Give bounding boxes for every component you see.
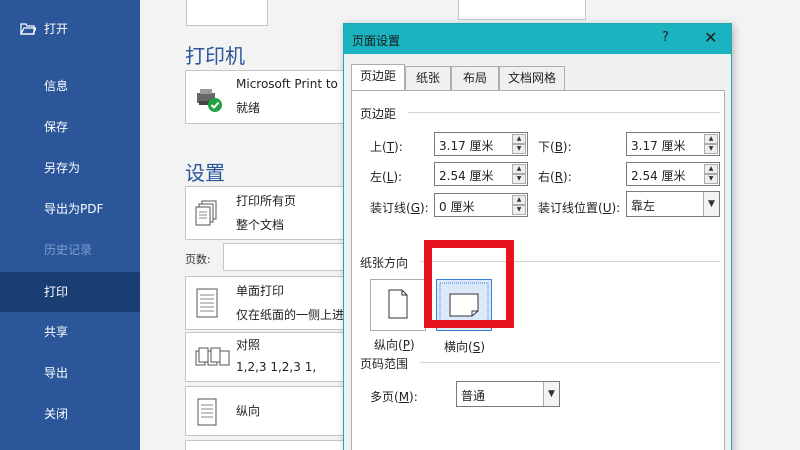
collate-title: 对照	[236, 338, 261, 352]
printer-section-title: 打印机	[185, 44, 245, 68]
top-margin-spinner[interactable]: 3.17 厘米 ▲ ▼	[434, 132, 528, 156]
portrait-page-icon	[388, 289, 408, 319]
copies-preview-box[interactable]	[186, 0, 268, 26]
gutter-value: 0 厘米	[439, 200, 475, 214]
sidebar-item-label: 导出	[44, 366, 69, 380]
tab-layout[interactable]: 布局	[451, 66, 499, 90]
spin-down-icon[interactable]: ▼	[512, 174, 526, 184]
pages-label: 页数:	[185, 253, 211, 266]
portrait-label: 纵向(P)	[374, 338, 415, 352]
gutter-label: 装订线(G):	[370, 201, 429, 215]
tab-document-grid[interactable]: 文档网格	[499, 66, 565, 90]
spin-down-icon[interactable]: ▼	[704, 174, 718, 184]
spin-down-icon[interactable]: ▼	[704, 144, 718, 154]
sidebar-item-share[interactable]: 共享	[0, 312, 140, 352]
print-range-title: 打印所有页	[236, 194, 297, 208]
sides-title: 单面打印	[236, 284, 285, 298]
dialog-title: 页面设置	[352, 34, 401, 48]
bottom-margin-value: 3.17 厘米	[631, 139, 686, 153]
tab-paper[interactable]: 纸张	[405, 66, 451, 90]
close-icon[interactable]: ✕	[704, 28, 717, 47]
sides-desc: 仅在纸面的一侧上进	[236, 308, 345, 322]
print-range-desc: 整个文档	[236, 218, 285, 232]
landscape-label: 横向(S)	[444, 340, 485, 354]
sidebar-item-save-as[interactable]: 另存为	[0, 148, 140, 188]
sidebar-item-history: 历史记录	[0, 230, 140, 270]
help-icon[interactable]: ?	[662, 30, 669, 45]
page-setup-dialog: 页面设置 ? ✕ 页边距 纸张 布局 文档网格 页边距 上(T): 3.17 厘…	[343, 23, 732, 450]
tab-margins[interactable]: 页边距	[351, 64, 405, 90]
sidebar-item-label: 导出为PDF	[44, 202, 104, 216]
pages-stack-icon	[195, 200, 217, 226]
bottom-margin-spinner[interactable]: 3.17 厘米 ▲ ▼	[626, 132, 720, 156]
chevron-down-icon[interactable]: ▼	[543, 382, 559, 406]
margins-group-label: 页边距	[360, 107, 397, 121]
single-side-page-icon	[196, 288, 218, 318]
sidebar-item-label: 历史记录	[44, 243, 93, 257]
right-margin-spinner[interactable]: 2.54 厘米 ▲ ▼	[626, 162, 720, 186]
spin-down-icon[interactable]: ▼	[512, 144, 526, 154]
sidebar-item-label: 另存为	[44, 161, 81, 175]
orientation-group-label: 纸张方向	[360, 256, 409, 270]
group-divider	[420, 362, 720, 363]
gutter-position-select[interactable]: 靠左 ▼	[626, 191, 720, 217]
left-margin-value: 2.54 厘米	[439, 169, 494, 183]
multiple-pages-select[interactable]: 普通 ▼	[456, 381, 560, 407]
right-margin-label: 右(R):	[538, 170, 572, 184]
folder-open-icon	[20, 23, 36, 35]
multiple-pages-value: 普通	[461, 389, 486, 403]
sidebar-item-label: 信息	[44, 79, 69, 93]
gutter-position-label: 装订线位置(U):	[538, 201, 621, 215]
sidebar-item-save[interactable]: 保存	[0, 107, 140, 147]
spin-down-icon[interactable]: ▼	[512, 205, 526, 215]
sidebar-item-print[interactable]: 打印	[0, 272, 140, 312]
orientation-title: 纵向	[236, 404, 261, 418]
sidebar-item-label: 打开	[44, 22, 69, 36]
left-margin-spinner[interactable]: 2.54 厘米 ▲ ▼	[434, 162, 528, 186]
group-divider	[408, 112, 720, 113]
sidebar-item-label: 打印	[44, 285, 69, 299]
sidebar-item-label: 关闭	[44, 407, 69, 421]
left-margin-label: 左(L):	[370, 170, 403, 184]
portrait-button[interactable]	[370, 279, 426, 331]
gutter-position-value: 靠左	[631, 199, 656, 213]
printer-icon	[197, 89, 222, 112]
dialog-title-bar[interactable]: 页面设置 ? ✕	[344, 24, 731, 54]
printer-name: Microsoft Print to	[236, 77, 338, 91]
settings-section-title: 设置	[185, 161, 225, 185]
backstage-sidebar: 打开 信息 保存 另存为 导出为PDF 历史记录 打印 共享 导出 关闭	[0, 0, 140, 450]
spin-up-icon[interactable]: ▲	[512, 164, 526, 174]
sidebar-item-close[interactable]: 关闭	[0, 394, 140, 434]
printer-status: 就绪	[236, 101, 261, 115]
spin-up-icon[interactable]: ▲	[512, 195, 526, 205]
multiple-pages-label: 多页(M):	[370, 390, 418, 404]
margins-tab-panel: 页边距 上(T): 3.17 厘米 ▲ ▼ 下(B): 3.17 厘米 ▲ ▼ …	[351, 90, 725, 450]
collate-desc: 1,2,3 1,2,3 1,	[236, 360, 317, 374]
spin-up-icon[interactable]: ▲	[512, 134, 526, 144]
bottom-margin-label: 下(B):	[538, 140, 572, 154]
spin-up-icon[interactable]: ▲	[704, 164, 718, 174]
right-margin-value: 2.54 厘米	[631, 169, 686, 183]
gutter-spinner[interactable]: 0 厘米 ▲ ▼	[434, 193, 528, 217]
sidebar-item-export-pdf[interactable]: 导出为PDF	[0, 189, 140, 229]
top-margin-value: 3.17 厘米	[439, 139, 494, 153]
sidebar-item-label: 保存	[44, 120, 69, 134]
sidebar-item-label: 共享	[44, 325, 69, 339]
sidebar-item-open[interactable]: 打开	[0, 9, 140, 49]
top-margin-label: 上(T):	[370, 140, 403, 154]
spin-up-icon[interactable]: ▲	[704, 134, 718, 144]
chevron-down-icon[interactable]: ▼	[703, 192, 719, 216]
highlight-annotation	[424, 240, 514, 328]
print-preview-edge	[458, 0, 586, 20]
portrait-page-icon	[197, 398, 217, 426]
collate-icon	[195, 347, 230, 366]
sidebar-item-export[interactable]: 导出	[0, 353, 140, 393]
page-range-group-label: 页码范围	[360, 357, 409, 371]
sidebar-item-info[interactable]: 信息	[0, 66, 140, 106]
